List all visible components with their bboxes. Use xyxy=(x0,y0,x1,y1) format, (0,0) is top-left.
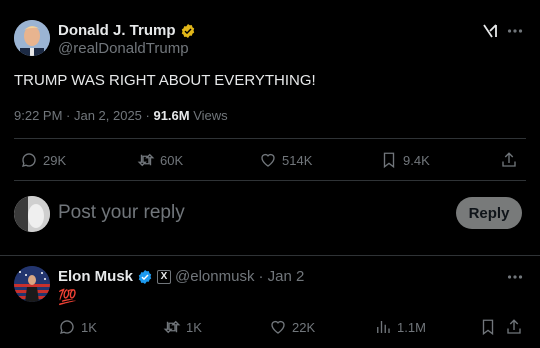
divider xyxy=(14,138,526,139)
reply-text: 💯 xyxy=(58,289,77,306)
share-icon xyxy=(502,152,516,167)
tweet-timestamp[interactable]: 9:22 PM · Jan 2, 2025 · xyxy=(14,108,153,123)
grok-icon[interactable] xyxy=(482,22,500,40)
affiliate-x-badge[interactable]: X xyxy=(157,269,172,284)
reply-views-button[interactable]: 1.1M xyxy=(374,318,426,336)
heart-icon xyxy=(261,153,275,167)
author-name[interactable]: Donald J. Trump xyxy=(58,22,176,39)
like-count: 514K xyxy=(282,152,313,168)
reply-icon xyxy=(59,320,74,334)
reply-share-button[interactable] xyxy=(505,318,523,336)
share-button[interactable] xyxy=(500,151,518,169)
user-avatar[interactable] xyxy=(14,196,50,232)
bookmark-icon xyxy=(482,319,494,336)
repost-count: 60K xyxy=(160,152,184,168)
reply-input[interactable]: Post your reply xyxy=(58,202,185,224)
reply-reply-count-button[interactable]: 1K xyxy=(58,318,97,336)
share-icon xyxy=(507,319,521,334)
reply-date[interactable]: · Jan 2 xyxy=(258,268,304,285)
divider xyxy=(14,180,526,181)
reply-bookmark-button[interactable] xyxy=(479,318,497,336)
repost-icon xyxy=(137,153,155,167)
bookmark-icon xyxy=(383,152,395,169)
author-handle[interactable]: @realDonaldTrump xyxy=(58,40,189,57)
heart-icon xyxy=(271,320,285,334)
views-label: Views xyxy=(193,108,228,123)
reply-repost-count-button[interactable]: 1K xyxy=(163,318,202,336)
more-icon[interactable] xyxy=(507,24,523,36)
elon-avatar[interactable] xyxy=(14,266,50,302)
verified-badge-blue-icon xyxy=(138,269,152,284)
verified-badge-gold-icon xyxy=(181,23,194,38)
repost-icon xyxy=(163,320,181,334)
reply-author-name[interactable]: Elon Musk xyxy=(58,268,133,285)
reply-views-count: 1.1M xyxy=(397,319,426,335)
divider xyxy=(0,255,540,256)
reply-count: 29K xyxy=(43,152,67,168)
views-count: 91.6M xyxy=(153,108,190,123)
like-count-button[interactable]: 514K xyxy=(259,151,312,169)
tweet-text: TRUMP WAS RIGHT ABOUT EVERYTHING! xyxy=(14,72,316,89)
bookmark-count: 9.4K xyxy=(403,152,430,168)
analytics-icon xyxy=(377,321,390,333)
repost-count-button[interactable]: 60K xyxy=(137,151,183,169)
trump-avatar[interactable] xyxy=(14,20,50,56)
reply-count-button[interactable]: 29K xyxy=(20,151,66,169)
reply-button[interactable]: Reply xyxy=(456,197,522,229)
reply-icon xyxy=(21,153,36,167)
reply-like-count-button[interactable]: 22K xyxy=(269,318,315,336)
reply-author-handle[interactable]: @elonmusk xyxy=(175,268,254,285)
reply-more-icon[interactable] xyxy=(507,270,523,282)
reply-reply-count: 1K xyxy=(81,319,97,335)
bookmark-count-button[interactable]: 9.4K xyxy=(380,151,430,169)
reply-repost-count: 1K xyxy=(186,319,202,335)
reply-like-count: 22K xyxy=(292,319,316,335)
